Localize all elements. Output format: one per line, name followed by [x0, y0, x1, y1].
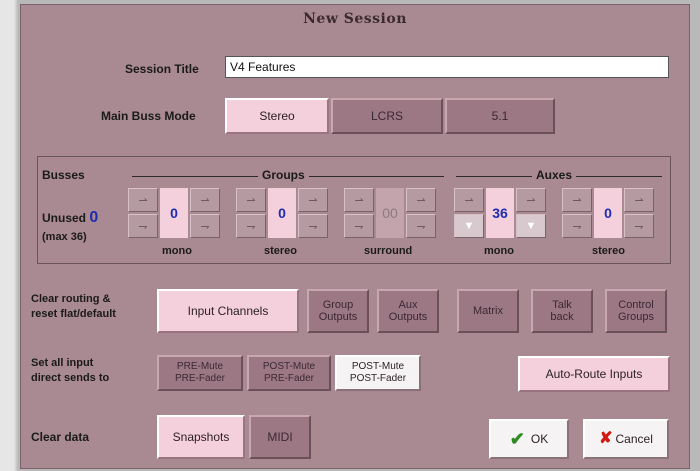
- max-busses-label: (max 36): [42, 231, 87, 243]
- post-mute-pre-fader-button[interactable]: POST-Mute PRE-Fader: [247, 355, 331, 391]
- decrement-down-icon[interactable]: ⇁: [344, 214, 374, 238]
- cancel-button[interactable]: ✘ Cancel: [583, 419, 669, 459]
- direct-sends-label: Set all input direct sends to: [31, 357, 110, 384]
- groups-mono-caption: mono: [162, 245, 192, 257]
- dialog-title: New Session: [303, 11, 407, 27]
- checkmark-icon: ✔: [509, 429, 525, 449]
- auxes-mono-value: 36: [486, 188, 514, 238]
- increment-down-icon[interactable]: ⇁: [406, 214, 436, 238]
- ok-label: OK: [530, 432, 549, 446]
- increment-up-icon[interactable]: ⇀: [190, 188, 220, 212]
- busses-label: Busses: [42, 168, 85, 182]
- increment-down-icon[interactable]: ⇁: [624, 214, 654, 238]
- buss-mode-stereo-button[interactable]: Stereo: [225, 98, 329, 134]
- cancel-label: Cancel: [615, 432, 653, 446]
- session-title-input[interactable]: V4 Features: [225, 56, 669, 78]
- clear-talkback-button[interactable]: Talk back: [531, 289, 593, 333]
- decrement-up-icon[interactable]: ⇀: [454, 188, 484, 212]
- chevron-down-icon[interactable]: ▼: [454, 214, 484, 238]
- main-buss-mode-label: Main Buss Mode: [101, 109, 196, 123]
- increment-up-icon[interactable]: ⇀: [516, 188, 546, 212]
- clear-group-outputs-button[interactable]: Group Outputs: [307, 289, 369, 333]
- auxes-mono-caption: mono: [484, 245, 514, 257]
- unused-label: Unused 0: [42, 209, 99, 226]
- decrement-down-icon[interactable]: ⇁: [128, 214, 158, 238]
- clear-control-groups-button[interactable]: Control Groups: [605, 289, 667, 333]
- groups-stereo-value: 0: [268, 188, 296, 238]
- clear-aux-outputs-button[interactable]: Aux Outputs: [377, 289, 439, 333]
- post-mute-post-fader-button[interactable]: POST-Mute POST-Fader: [335, 355, 421, 391]
- increment-up-icon[interactable]: ⇀: [298, 188, 328, 212]
- auxes-stereo-value: 0: [594, 188, 622, 238]
- groups-stereo-caption: stereo: [264, 245, 298, 257]
- auto-route-inputs-button[interactable]: Auto-Route Inputs: [518, 356, 670, 392]
- groups-mono-value: 0: [160, 188, 188, 238]
- clear-matrix-button[interactable]: Matrix: [457, 289, 519, 333]
- groups-mono-stepper: ⇀ ⇁ 0 ⇀ ⇁: [128, 188, 228, 240]
- chevron-down-icon[interactable]: ▼: [516, 214, 546, 238]
- groups-stereo-stepper: ⇀ ⇁ 0 ⇀ ⇁: [236, 188, 336, 240]
- clear-midi-button[interactable]: MIDI: [249, 415, 311, 459]
- unused-value: 0: [89, 209, 99, 226]
- clear-routing-label: Clear routing & reset flat/default: [31, 293, 116, 320]
- auxes-stereo-stepper: ⇀ ⇁ 0 ⇀ ⇁: [562, 188, 662, 240]
- increment-down-icon[interactable]: ⇁: [298, 214, 328, 238]
- close-icon: ✘: [599, 430, 613, 447]
- increment-down-icon[interactable]: ⇁: [190, 214, 220, 238]
- auxes-stereo-caption: stereo: [592, 245, 626, 257]
- buss-mode-lcrs-button[interactable]: LCRS: [331, 98, 443, 134]
- clear-snapshots-button[interactable]: Snapshots: [157, 415, 245, 459]
- new-session-dialog: New Session Session Title V4 Features Ma…: [20, 4, 690, 469]
- groups-surround-stepper: ⇀ ⇁ 00 ⇀ ⇁: [344, 188, 444, 240]
- decrement-down-icon[interactable]: ⇁: [236, 214, 266, 238]
- groups-surround-caption: surround: [364, 245, 413, 257]
- decrement-up-icon[interactable]: ⇀: [562, 188, 592, 212]
- groups-surround-value: 00: [376, 188, 404, 238]
- decrement-up-icon[interactable]: ⇀: [236, 188, 266, 212]
- pre-mute-pre-fader-button[interactable]: PRE-Mute PRE-Fader: [157, 355, 243, 391]
- ok-button[interactable]: ✔ OK: [489, 419, 569, 459]
- decrement-down-icon[interactable]: ⇁: [562, 214, 592, 238]
- auxes-label: Auxes: [532, 168, 577, 182]
- session-title-label: Session Title: [125, 62, 199, 76]
- decrement-up-icon[interactable]: ⇀: [344, 188, 374, 212]
- increment-up-icon[interactable]: ⇀: [406, 188, 436, 212]
- decrement-up-icon[interactable]: ⇀: [128, 188, 158, 212]
- buss-mode-5-1-button[interactable]: 5.1: [445, 98, 555, 134]
- clear-input-channels-button[interactable]: Input Channels: [157, 289, 299, 333]
- busses-panel: Busses Unused 0 (max 36) Groups Auxes ⇀ …: [37, 156, 671, 264]
- increment-up-icon[interactable]: ⇀: [624, 188, 654, 212]
- groups-label: Groups: [258, 168, 309, 182]
- clear-data-label: Clear data: [31, 430, 90, 444]
- auxes-mono-stepper: ⇀ ▼ 36 ⇀ ▼: [454, 188, 554, 240]
